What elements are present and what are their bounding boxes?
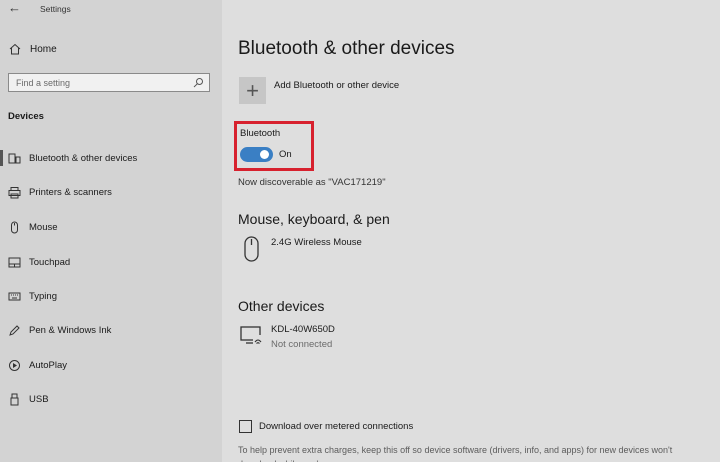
sidebar-item-label: Printers & scanners — [29, 186, 112, 198]
touchpad-icon — [8, 257, 21, 267]
toggle-state-label: On — [279, 149, 292, 160]
search-input[interactable]: Find a setting — [8, 73, 210, 92]
printer-icon — [8, 186, 21, 198]
sidebar-item-pen[interactable]: Pen & Windows Ink — [8, 323, 111, 337]
sidebar-item-label: Touchpad — [29, 256, 71, 268]
mouse-section-heading: Mouse, keyboard, & pen — [238, 211, 390, 227]
discoverable-text: Now discoverable as "VAC171219" — [238, 177, 386, 188]
sidebar-item-label: Mouse — [29, 221, 58, 233]
sidebar-item-touchpad[interactable]: Touchpad — [8, 255, 70, 269]
sidebar-item-label: AutoPlay — [29, 359, 68, 371]
sidebar-item-autoplay[interactable]: AutoPlay — [8, 358, 67, 372]
wireless-display-icon[interactable] — [240, 322, 264, 350]
bluetooth-devices-icon — [8, 153, 21, 163]
title-bar: ← Settings — [0, 0, 222, 20]
plus-icon: + — [246, 78, 259, 103]
usb-icon — [10, 393, 19, 405]
sidebar-item-bluetooth[interactable]: Bluetooth & other devices — [0, 151, 137, 165]
sidebar: ← Settings Home Find a setting Devices B… — [0, 0, 222, 462]
search-icon — [193, 78, 203, 88]
add-device-label[interactable]: Add Bluetooth or other device — [274, 80, 399, 91]
sidebar-item-label: Pen & Windows Ink — [29, 324, 112, 336]
bluetooth-label: Bluetooth — [240, 128, 281, 139]
device-name[interactable]: 2.4G Wireless Mouse — [271, 237, 362, 248]
add-device-button[interactable]: + — [239, 77, 266, 104]
main-content: Bluetooth & other devices + Add Bluetoot… — [222, 0, 720, 462]
app-title: Settings — [40, 4, 71, 14]
home-link[interactable]: Home — [8, 42, 57, 56]
sidebar-item-label: Bluetooth & other devices — [29, 152, 138, 164]
pen-icon — [9, 324, 20, 336]
keyboard-icon — [8, 292, 21, 300]
device-status: Not connected — [271, 339, 333, 350]
sidebar-item-typing[interactable]: Typing — [8, 289, 57, 303]
search-placeholder: Find a setting — [16, 77, 71, 88]
toggle-knob — [260, 150, 269, 159]
metered-download-checkbox[interactable] — [239, 420, 252, 433]
bluetooth-toggle[interactable] — [240, 147, 273, 162]
page-title: Bluetooth & other devices — [238, 38, 455, 59]
sidebar-item-mouse[interactable]: Mouse — [8, 220, 58, 234]
metered-download-label[interactable]: Download over metered connections — [259, 421, 413, 432]
other-devices-heading: Other devices — [238, 298, 325, 314]
autoplay-icon — [9, 359, 20, 371]
metered-help-text: To help prevent extra charges, keep this… — [238, 445, 673, 462]
mouse-icon — [11, 221, 18, 233]
back-arrow-icon[interactable]: ← — [8, 1, 22, 15]
sidebar-item-usb[interactable]: USB — [8, 392, 49, 406]
mouse-icon[interactable] — [240, 235, 264, 263]
home-label: Home — [30, 43, 57, 55]
sidebar-item-printers[interactable]: Printers & scanners — [8, 185, 112, 199]
sidebar-item-label: Typing — [29, 290, 57, 302]
home-icon — [9, 43, 21, 55]
section-label-devices: Devices — [8, 111, 44, 122]
sidebar-item-label: USB — [29, 393, 49, 405]
device-name[interactable]: KDL-40W650D — [271, 324, 335, 335]
